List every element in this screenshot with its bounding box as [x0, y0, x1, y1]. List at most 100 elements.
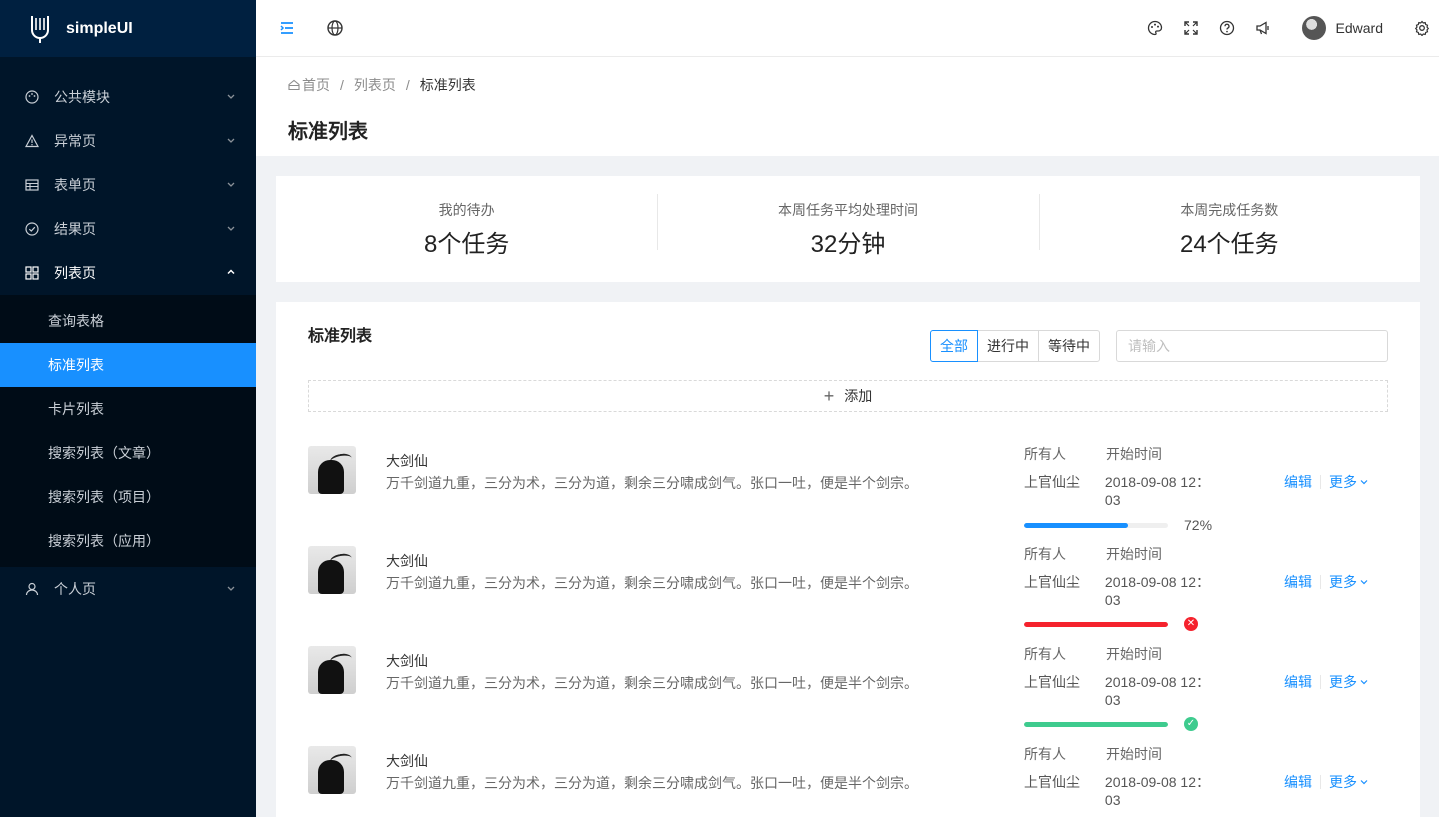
add-button-label: 添加	[844, 388, 873, 404]
sidebar-subitem-card-list[interactable]: 卡片列表	[0, 387, 256, 431]
notification-icon[interactable]	[1254, 19, 1272, 37]
breadcrumb-list[interactable]: 列表页	[354, 75, 396, 95]
time-label: 开始时间	[1106, 646, 1162, 662]
more-dropdown[interactable]: 更多	[1329, 772, 1369, 792]
sidebar-item-common[interactable]: 公共模块	[0, 75, 256, 119]
more-dropdown[interactable]: 更多	[1329, 572, 1369, 592]
breadcrumb-separator: /	[340, 77, 344, 93]
item-title[interactable]: 大剑仙	[386, 651, 1006, 671]
palette-icon	[24, 89, 40, 105]
brand[interactable]: simpleUI	[0, 0, 256, 57]
list-title: 标准列表	[308, 328, 373, 345]
item-actions: 编辑 更多	[1284, 472, 1369, 492]
sidebar-item-result[interactable]: 结果页	[0, 207, 256, 251]
sidebar-item-list[interactable]: 列表页	[0, 251, 256, 295]
sidebar-item-label: 个人页	[54, 581, 96, 597]
item-description: 万千剑道九重，三分为术，三分为道，剩余三分啸成剑气。张口一吐，便是半个剑宗。	[386, 575, 918, 591]
search-input[interactable]	[1116, 330, 1388, 362]
sidebar-subitem-search-articles[interactable]: 搜索列表（文章）	[0, 431, 256, 475]
item-meta: 所有人 开始时间 上官仙尘 2018-09-08 12：03 72%	[1024, 444, 1224, 533]
time-value: 2018-09-08 12：03	[1104, 474, 1210, 508]
chevron-down-icon	[226, 91, 238, 103]
stat-avg-time: 本周任务平均处理时间 32分钟	[657, 193, 1038, 259]
sidebar-subitem-search-apps[interactable]: 搜索列表（应用）	[0, 519, 256, 563]
time-value: 2018-09-08 12：03	[1104, 674, 1210, 708]
add-button[interactable]: + 添加	[308, 380, 1388, 412]
list-card: 标准列表 全部 进行中 等待中 + 添加 大剑仙 万千剑道九重，三分为术，三分为…	[276, 302, 1420, 817]
item-actions: 编辑 更多	[1284, 572, 1369, 592]
sidebar: simpleUI 公共模块 异常页 表单页 结果页 列表页 查询表格 标准列表 …	[0, 0, 256, 817]
avatar	[308, 546, 356, 594]
list-item: 大剑仙 万千剑道九重，三分为术，三分为道，剩余三分啸成剑气。张口一吐，便是半个剑…	[308, 630, 1388, 731]
sidebar-item-exception[interactable]: 异常页	[0, 119, 256, 163]
error-icon: ✕	[1184, 617, 1198, 631]
item-meta: 所有人 开始时间 上官仙尘 2018-09-08 12：03 ✕	[1024, 544, 1224, 631]
filter-all[interactable]: 全部	[930, 330, 978, 362]
item-actions: 编辑 更多	[1284, 772, 1369, 792]
fullscreen-icon[interactable]	[1182, 19, 1200, 37]
user-menu[interactable]: Edward	[1301, 16, 1383, 40]
breadcrumb-home[interactable]: 首页	[302, 75, 330, 95]
chevron-down-icon	[226, 135, 238, 147]
edit-link[interactable]: 编辑	[1284, 672, 1312, 692]
table-icon	[24, 177, 40, 193]
sidebar-item-profile[interactable]: 个人页	[0, 567, 256, 611]
page-header: 首页 / 列表页 / 标准列表 标准列表	[256, 57, 1439, 156]
theme-palette-icon[interactable]	[1146, 19, 1164, 37]
edit-link[interactable]: 编辑	[1284, 572, 1312, 592]
avatar	[308, 446, 356, 494]
progress: ✓	[1024, 717, 1224, 731]
settings-icon[interactable]	[1413, 19, 1431, 37]
chevron-down-icon	[1359, 577, 1369, 587]
item-description: 万千剑道九重，三分为术，三分为道，剩余三分啸成剑气。张口一吐，便是半个剑宗。	[386, 675, 918, 691]
owner-label: 所有人	[1024, 646, 1066, 662]
avatar	[308, 646, 356, 694]
filter-waiting[interactable]: 等待中	[1038, 330, 1100, 362]
stat-label: 我的待办	[438, 201, 495, 218]
more-label: 更多	[1329, 774, 1357, 790]
time-label: 开始时间	[1106, 546, 1162, 562]
user-name: Edward	[1335, 20, 1383, 36]
globe-icon[interactable]	[326, 19, 344, 37]
warning-icon	[24, 133, 40, 149]
item-description: 万千剑道九重，三分为术，三分为道，剩余三分啸成剑气。张口一吐，便是半个剑宗。	[386, 475, 918, 491]
page-title: 标准列表	[288, 121, 368, 143]
stat-value: 8个任务	[423, 230, 510, 258]
more-dropdown[interactable]: 更多	[1329, 672, 1369, 692]
item-actions: 编辑 更多	[1284, 672, 1369, 692]
logo-icon	[31, 15, 49, 43]
stat-value: 32分钟	[810, 230, 886, 258]
menu-fold-icon[interactable]	[278, 19, 296, 37]
chevron-down-icon	[226, 179, 238, 191]
sidebar-subitem-standard-list[interactable]: 标准列表	[0, 343, 256, 387]
sidebar-item-form[interactable]: 表单页	[0, 163, 256, 207]
item-title[interactable]: 大剑仙	[386, 551, 1006, 571]
sidebar-item-label: 列表页	[54, 265, 96, 281]
owner-value: 上官仙尘	[1024, 674, 1080, 690]
item-title[interactable]: 大剑仙	[386, 451, 1006, 471]
sidebar-subitem-search-projects[interactable]: 搜索列表（项目）	[0, 475, 256, 519]
divider	[1320, 575, 1321, 589]
list-item: 大剑仙 万千剑道九重，三分为术，三分为道，剩余三分啸成剑气。张口一吐，便是半个剑…	[308, 730, 1388, 817]
edit-link[interactable]: 编辑	[1284, 772, 1312, 792]
stat-label: 本周完成任务数	[1180, 201, 1279, 218]
breadcrumb-current: 标准列表	[419, 77, 476, 93]
more-dropdown[interactable]: 更多	[1329, 472, 1369, 492]
stat-label: 本周任务平均处理时间	[777, 201, 918, 218]
edit-link[interactable]: 编辑	[1284, 472, 1312, 492]
sidebar-subitem-query-table[interactable]: 查询表格	[0, 299, 256, 343]
item-title[interactable]: 大剑仙	[386, 751, 1006, 771]
more-label: 更多	[1329, 674, 1357, 690]
owner-value: 上官仙尘	[1024, 574, 1080, 590]
owner-label: 所有人	[1024, 546, 1066, 562]
breadcrumb-separator: /	[405, 77, 410, 93]
chevron-down-icon	[1359, 477, 1369, 487]
check-circle-icon	[24, 221, 40, 237]
help-icon[interactable]	[1218, 19, 1236, 37]
success-icon: ✓	[1184, 717, 1198, 731]
chevron-down-icon	[226, 223, 238, 235]
filter-in-progress[interactable]: 进行中	[977, 330, 1039, 362]
stat-completed: 本周完成任务数 24个任务	[1038, 193, 1420, 259]
user-icon	[24, 581, 40, 597]
sidebar-item-label: 公共模块	[54, 89, 110, 105]
